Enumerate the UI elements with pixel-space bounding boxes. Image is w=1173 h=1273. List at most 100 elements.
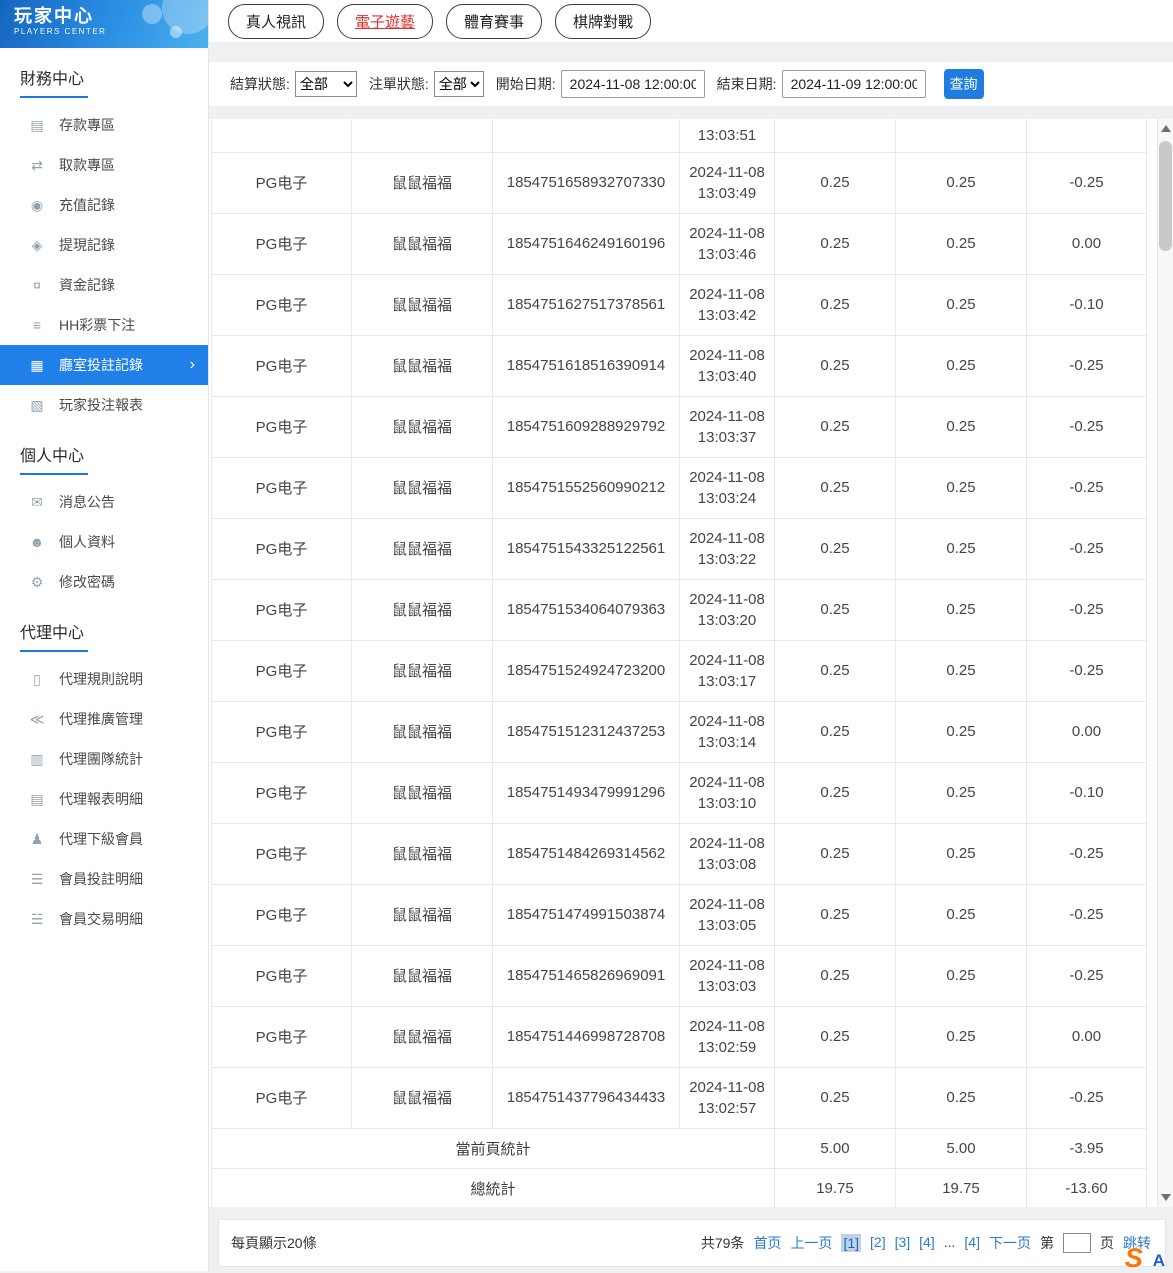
table-row: PG电子鼠鼠福福18547515525609902122024-11-0813:… — [212, 457, 1147, 518]
bet-date: 2024-11-08 — [680, 772, 774, 793]
bet-time: 13:03:46 — [680, 244, 774, 265]
bet-date: 2024-11-08 — [680, 406, 774, 427]
scroll-down-arrow-icon[interactable] — [1161, 1194, 1171, 1201]
sidebar-item[interactable]: ▤存款專區 — [0, 105, 208, 145]
sidebar-item[interactable]: ⚙修改密碼 — [0, 562, 208, 602]
sidebar-item[interactable]: ▦廳室投註記錄› — [0, 345, 208, 385]
sidebar-item-label: 充值記錄 — [59, 195, 115, 215]
game-cell: 鼠鼠福福 — [352, 1067, 493, 1128]
sidebar-item[interactable]: ◉ 充值記錄 — [0, 185, 208, 225]
vendor-cell: PG电子 — [212, 457, 352, 518]
settle-status-select[interactable]: 全部 — [295, 71, 357, 97]
sidebar-item[interactable]: ≪代理推廣管理 — [0, 699, 208, 739]
order-number-cell: 1854751627517378561 — [493, 274, 680, 335]
sidebar-item[interactable]: ◈提現記錄 — [0, 225, 208, 265]
bet-date: 2024-11-08 — [680, 223, 774, 244]
sidebar-section-title: 財務中心 — [0, 48, 208, 105]
search-button[interactable]: 查詢 — [944, 69, 984, 99]
vendor-cell: PG电子 — [212, 640, 352, 701]
funds-record-icon: ¤ — [27, 277, 47, 293]
category-tab[interactable]: 真人視訊 — [228, 4, 324, 39]
sidebar-item[interactable]: ▤ 代理報表明細 — [0, 779, 208, 819]
bet-time: 13:03:17 — [680, 671, 774, 692]
chevron-right-icon: › — [190, 356, 195, 374]
valid-bet-cell: 0.25 — [896, 579, 1027, 640]
sidebar-item[interactable]: ▯代理規則說明 — [0, 659, 208, 699]
next-page-link[interactable]: 下一页 — [989, 1233, 1031, 1253]
category-tab[interactable]: 棋牌對戰 — [555, 4, 651, 39]
page-number-link[interactable]: [4] — [919, 1234, 935, 1252]
valid-bet-cell: 0.25 — [896, 396, 1027, 457]
page-number-link[interactable]: [2] — [870, 1234, 886, 1252]
table-row: PG电子鼠鼠福福18547516275173785612024-11-0813:… — [212, 274, 1147, 335]
table-row: PG电子鼠鼠福福18547515340640793632024-11-0813:… — [212, 579, 1147, 640]
ime-mode-icon[interactable]: A — [1153, 1251, 1165, 1271]
sidebar-item[interactable]: ≡HH彩票下注 — [0, 305, 208, 345]
scrollbar-thumb[interactable] — [1159, 141, 1172, 251]
profit-cell: 0.00 — [1027, 213, 1147, 274]
sidebar-item[interactable]: ▧玩家投注報表 — [0, 385, 208, 425]
bet-date: 2024-11-08 — [680, 650, 774, 671]
scroll-up-arrow-icon[interactable] — [1161, 125, 1171, 132]
sidebar-item[interactable]: ⇄取款專區 — [0, 145, 208, 185]
deposit-icon: ▤ — [27, 117, 47, 134]
team-stats-icon: ▥ — [27, 751, 47, 768]
bet-time: 13:03:05 — [680, 915, 774, 936]
table-row: PG电子鼠鼠福福18547514934799912962024-11-0813:… — [212, 762, 1147, 823]
page-number-link[interactable]: [4] — [964, 1234, 980, 1252]
prev-page-link[interactable]: 上一页 — [790, 1233, 832, 1253]
game-cell — [352, 119, 493, 152]
category-tab[interactable]: 體育賽事 — [446, 4, 542, 39]
order-status-select[interactable]: 全部 — [434, 71, 484, 97]
sidebar-item[interactable]: ☰會員投註明細 — [0, 859, 208, 899]
game-cell: 鼠鼠福福 — [352, 213, 493, 274]
vendor-cell: PG电子 — [212, 213, 352, 274]
bet-time: 13:03:08 — [680, 854, 774, 875]
start-date-input[interactable] — [561, 70, 705, 98]
order-number-cell: 1854751618516390914 — [493, 335, 680, 396]
sidebar-item[interactable]: ☻個人資料 — [0, 522, 208, 562]
member-bet-detail-icon: ☰ — [27, 871, 47, 888]
user-icon: ☻ — [27, 534, 47, 550]
page-number-link[interactable]: [3] — [895, 1234, 911, 1252]
sidebar-item[interactable]: ¤資金記錄 — [0, 265, 208, 305]
sidebar-item[interactable]: ✉消息公告 — [0, 482, 208, 522]
order-number-cell: 1854751609288929792 — [493, 396, 680, 457]
table-row: PG电子鼠鼠福福18547515249247232002024-11-0813:… — [212, 640, 1147, 701]
profit-cell — [1027, 119, 1147, 152]
bet-date: 2024-11-08 — [680, 711, 774, 732]
report-detail-icon: ▤ — [27, 791, 47, 808]
table-row: PG电子鼠鼠福福18547516185163909142024-11-0813:… — [212, 335, 1147, 396]
order-number-cell: 1854751534064079363 — [493, 579, 680, 640]
profit-cell: -0.25 — [1027, 823, 1147, 884]
vendor-cell: PG电子 — [212, 823, 352, 884]
bet-time: 13:03:42 — [680, 305, 774, 326]
order-number-cell: 1854751552560990212 — [493, 457, 680, 518]
doc-icon: ▯ — [27, 671, 47, 688]
bet-time: 13:03:14 — [680, 732, 774, 753]
order-status-label: 注單狀態: — [369, 74, 429, 94]
sogou-ime-icon[interactable]: S — [1125, 1245, 1143, 1271]
sidebar-item[interactable]: ▥代理團隊統計 — [0, 739, 208, 779]
bet-amount-cell: 0.25 — [775, 1006, 896, 1067]
time-cell: 2024-11-0813:03:40 — [680, 335, 775, 396]
summary-body: 當前頁統計 5.00 5.00 -3.95 總統計 19.75 19.75 -1… — [212, 1128, 1147, 1207]
recharge-record-icon: ◉ — [27, 197, 47, 214]
sidebar-item-label: 代理下級會員 — [59, 829, 143, 849]
profit-cell: 0.00 — [1027, 701, 1147, 762]
vertical-scrollbar[interactable] — [1157, 119, 1173, 1207]
category-tab[interactable]: 電子遊藝 — [337, 4, 433, 39]
time-cell: 2024-11-0813:03:37 — [680, 396, 775, 457]
jump-page-input[interactable] — [1063, 1233, 1091, 1253]
table-row: PG电子鼠鼠福福18547516092889297922024-11-0813:… — [212, 396, 1147, 457]
sidebar-item-label: 代理報表明細 — [59, 789, 143, 809]
time-cell: 2024-11-0813:03:46 — [680, 213, 775, 274]
sidebar-item[interactable]: ♟代理下級會員 — [0, 819, 208, 859]
first-page-link[interactable]: 首页 — [753, 1233, 781, 1253]
current-page-link[interactable]: [1] — [841, 1234, 861, 1252]
vendor-cell: PG电子 — [212, 396, 352, 457]
sidebar-item[interactable]: ☱會員交易明細 — [0, 899, 208, 939]
table-row: PG电子鼠鼠福福18547516589327073302024-11-0813:… — [212, 152, 1147, 213]
vendor-cell: PG电子 — [212, 884, 352, 945]
end-date-input[interactable] — [782, 70, 926, 98]
